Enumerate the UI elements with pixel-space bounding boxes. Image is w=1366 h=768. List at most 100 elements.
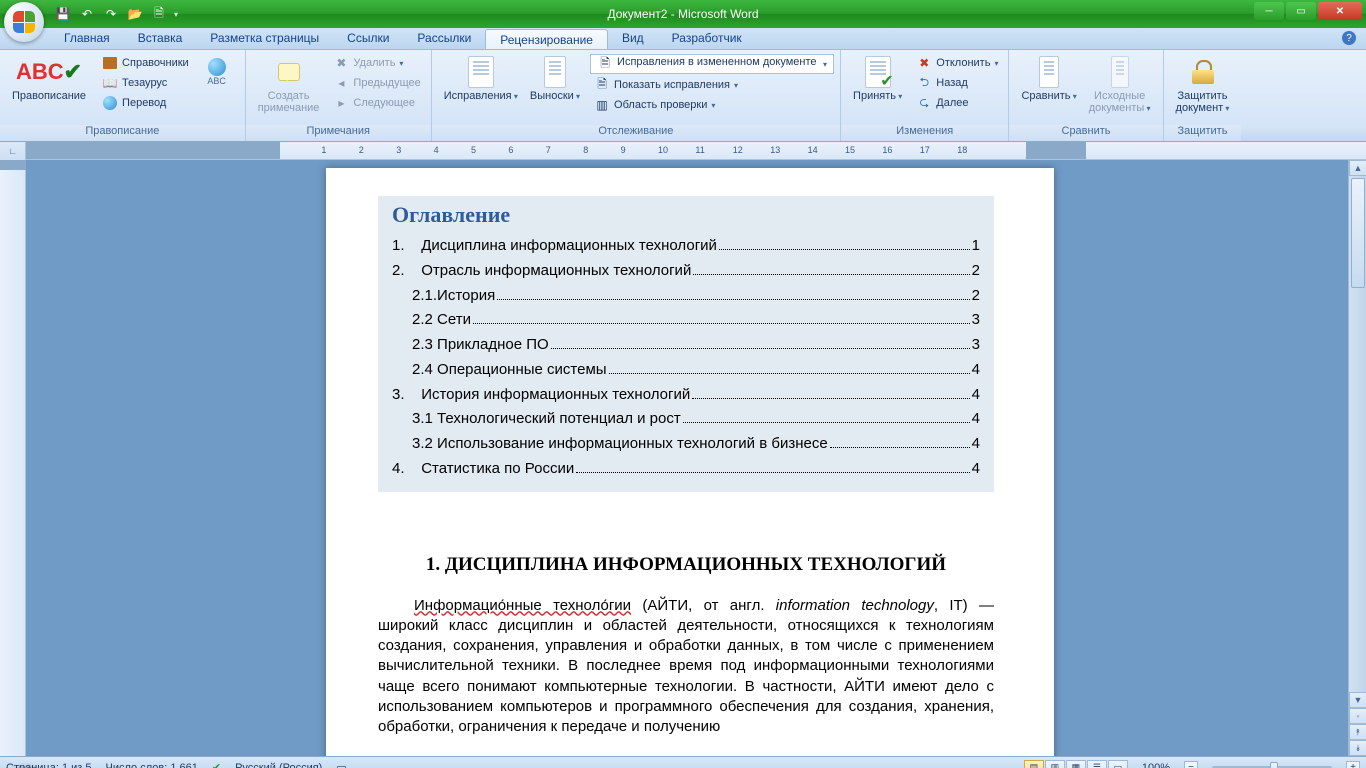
toc-entry[interactable]: 3.1 Технологический потенциал и рост 4 [392,407,980,432]
status-language[interactable]: Русский (Россия) [235,762,322,768]
draft-view-button[interactable]: ▭ [1108,760,1128,768]
previous-comment-button[interactable]: ◂Предыдущее [329,74,424,92]
toc-entry[interactable]: 4. Статистика по России 4 [392,457,980,482]
new-comment-button[interactable]: Создать примечание [252,54,326,116]
horizontal-ruler[interactable]: ∟ 21123456789101112131415161718 [0,142,1366,160]
zoom-out-button[interactable]: − [1184,761,1198,768]
comment-balloon-icon [273,56,305,88]
balloons-button[interactable]: Выноски [524,54,586,104]
group-protect-label: Защитить [1164,125,1242,141]
browse-object-button[interactable]: ◦ [1349,708,1366,724]
status-page[interactable]: Страница: 1 из 5 [6,762,92,768]
research-button[interactable]: Справочники [98,54,193,72]
toc-entry[interactable]: 2.3 Прикладное ПО 3 [392,333,980,358]
tab-1[interactable]: Вставка [124,28,197,49]
office-button[interactable] [4,2,44,42]
print-preview-icon[interactable]: 🗎 [150,5,168,23]
lock-icon [1187,56,1219,88]
source-documents-button[interactable]: Исходные документы [1083,54,1157,116]
previous-page-button[interactable]: ⯭ [1349,724,1366,740]
group-compare-label: Сравнить [1009,125,1162,141]
tab-4[interactable]: Рассылки [403,28,485,49]
track-changes-icon [465,56,497,88]
track-changes-button[interactable]: Исправления [438,54,524,104]
print-layout-view-button[interactable]: ▤ [1024,760,1044,768]
reviewing-pane-button[interactable]: ▥Область проверки [590,96,834,114]
vertical-scrollbar[interactable]: ▲ ▼ ◦ ⯭ ⯯ [1348,160,1366,756]
tab-3[interactable]: Ссылки [333,28,403,49]
next-comment-icon: ▸ [333,95,349,111]
spelling-label: Правописание [12,90,86,102]
undo-icon[interactable]: ↶ [78,5,96,23]
thesaurus-icon: 📖 [102,75,118,91]
toc-entry[interactable]: 3. История информационных технологий 4 [392,383,980,408]
zoom-in-button[interactable]: + [1346,761,1360,768]
body-paragraph: Информацио́нные техноло́гии (АЙТИ, от ан… [378,596,994,738]
delete-comment-button[interactable]: ✖Удалить [329,54,424,72]
minimize-button[interactable]: ─ [1254,2,1284,20]
redo-icon[interactable]: ↷ [102,5,120,23]
spelling-button[interactable]: ABC✔ Правописание [6,54,92,104]
table-of-contents[interactable]: Оглавление 1. Дисциплина информационных … [378,196,994,492]
save-icon[interactable]: 💾 [54,5,72,23]
display-review-icon: 🗎 [597,56,613,72]
show-markup-button[interactable]: 🗎Показать исправления [590,76,834,94]
next-change-icon: ⮎ [916,95,932,111]
tab-7[interactable]: Разработчик [658,28,756,49]
show-markup-icon: 🗎 [594,77,610,93]
window-controls: ─ ▭ ✕ [1254,2,1362,20]
open-icon[interactable]: 📂 [126,5,144,23]
tab-2[interactable]: Разметка страницы [196,28,333,49]
group-spelling-label: Правописание [0,125,245,141]
tab-0[interactable]: Главная [50,28,124,49]
outline-view-button[interactable]: ☰ [1087,760,1107,768]
maximize-button[interactable]: ▭ [1286,2,1316,20]
tab-selector[interactable]: ∟ [0,142,26,160]
zoom-level[interactable]: 100% [1142,762,1170,768]
reject-icon: ✖ [916,55,932,71]
translation-tip-button[interactable]: ABC [195,54,239,90]
thesaurus-button[interactable]: 📖Тезаурус [98,74,193,92]
scroll-thumb[interactable] [1351,178,1365,288]
qat-more-icon[interactable]: ▾ [174,6,182,22]
toc-entry[interactable]: 2.2 Сети 3 [392,308,980,333]
group-tracking: Исправления Выноски 🗎Исправления в измен… [432,50,841,141]
translate-button[interactable]: Перевод [98,94,193,112]
scroll-down-button[interactable]: ▼ [1349,692,1366,708]
delete-icon: ✖ [333,55,349,71]
next-change-button[interactable]: ⮎Далее [912,94,1002,112]
help-icon[interactable]: ? [1342,31,1356,45]
reject-button[interactable]: ✖Отклонить [912,54,1002,72]
term-underlined: Информацио́нные техноло́гии [414,597,631,614]
ribbon: ABC✔ Правописание Справочники 📖Тезаурус … [0,50,1366,142]
document-area: Оглавление 1. Дисциплина информационных … [0,160,1366,756]
status-spellcheck-icon[interactable]: ✔ [212,761,221,768]
accept-button[interactable]: ✔ Принять [847,54,908,104]
toc-entry[interactable]: 2.4 Операционные системы 4 [392,358,980,383]
toc-entry[interactable]: 2. Отрасль информационных технологий 2 [392,259,980,284]
document-viewport[interactable]: Оглавление 1. Дисциплина информационных … [26,160,1366,756]
previous-change-button[interactable]: ⮌Назад [912,74,1002,92]
close-button[interactable]: ✕ [1318,2,1362,20]
next-page-button[interactable]: ⯯ [1349,740,1366,756]
tab-5[interactable]: Рецензирование [485,29,608,49]
web-layout-view-button[interactable]: ▦ [1066,760,1086,768]
status-insert-mode-icon[interactable]: ▭ [336,761,346,768]
office-logo-icon [13,11,35,33]
display-for-review-dropdown[interactable]: 🗎Исправления в измененном документе▾ [590,54,834,74]
compare-button[interactable]: Сравнить [1015,54,1082,104]
scroll-up-button[interactable]: ▲ [1349,160,1366,176]
vertical-ruler[interactable] [0,160,26,756]
status-word-count[interactable]: Число слов: 1 661 [106,762,198,768]
abc-check-icon: ABC✔ [16,59,82,85]
next-comment-button[interactable]: ▸Следующее [329,94,424,112]
group-tracking-label: Отслеживание [432,125,840,141]
quick-access-toolbar: 💾 ↶ ↷ 📂 🗎 ▾ [54,5,182,23]
toc-entry[interactable]: 1. Дисциплина информационных технологий … [392,234,980,259]
tab-6[interactable]: Вид [608,28,658,49]
toc-entry[interactable]: 3.2 Использование информационных техноло… [392,432,980,457]
protect-document-button[interactable]: Защитить документ [1170,54,1236,116]
full-screen-view-button[interactable]: ▥ [1045,760,1065,768]
zoom-thumb[interactable] [1270,762,1278,768]
toc-entry[interactable]: 2.1.История 2 [392,284,980,309]
